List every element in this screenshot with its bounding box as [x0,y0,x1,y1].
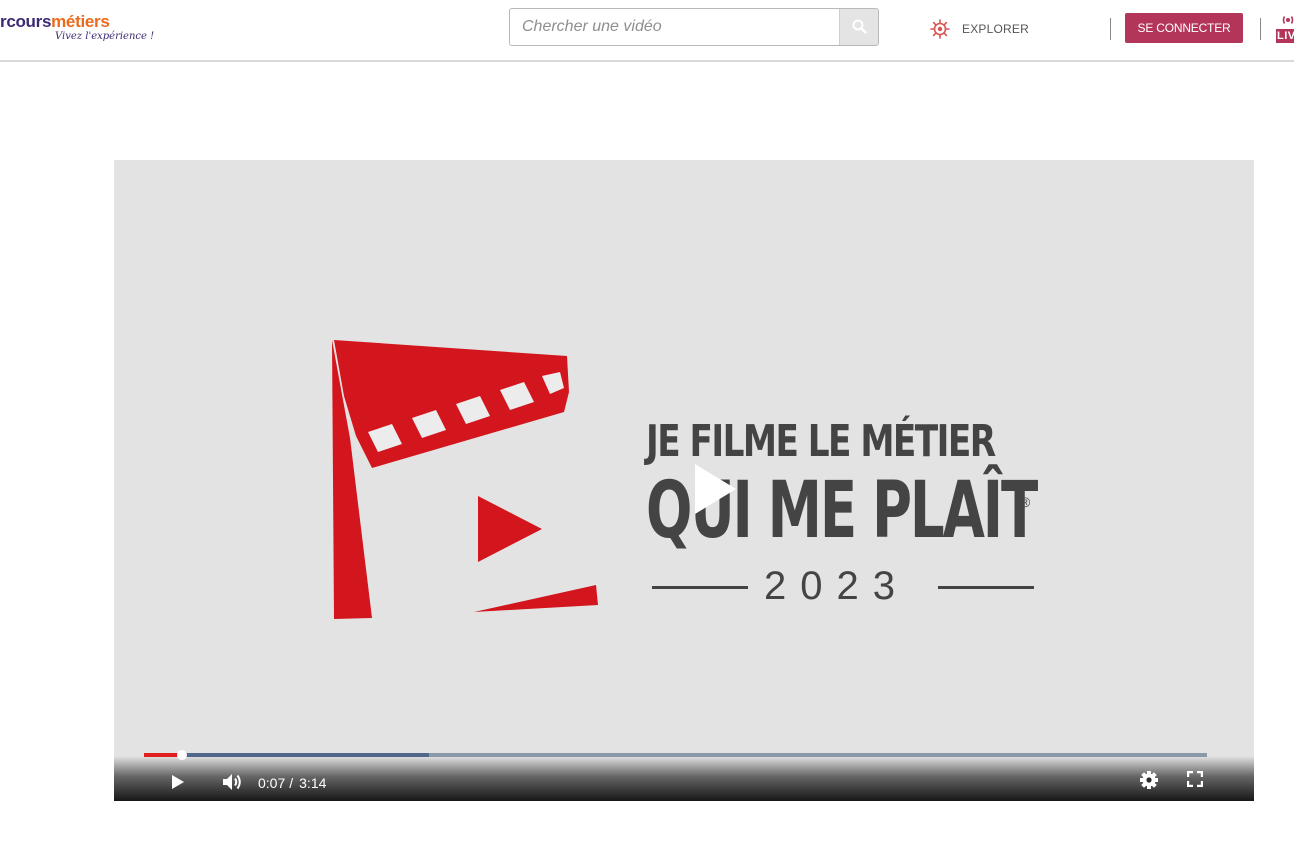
top-header: rcoursmétiers Vivez l'expérience ! EXPLO… [0,0,1294,62]
header-divider [1110,18,1111,40]
logo-part1: rcours [0,12,52,31]
big-play-button[interactable] [692,462,738,516]
year-rule-left [652,586,748,589]
clapperboard-logo-icon [332,340,598,619]
play-icon[interactable] [170,774,186,790]
logo-wordmark: rcoursmétiers [0,12,110,32]
video-year: 2023 [764,564,909,608]
duration: 3:14 [299,775,327,791]
search-box [509,8,879,46]
fullscreen-icon[interactable] [1187,771,1203,787]
time-separator: / [289,775,294,791]
video-title-line1: JE FILME LE MÉTIER [646,416,996,467]
live-label: LIVE [1276,29,1294,43]
volume-icon[interactable] [222,772,244,792]
logo-tagline: Vivez l'expérience ! [55,31,155,42]
search-button[interactable] [839,9,878,45]
search-icon [852,19,867,34]
progress-bar[interactable] [144,750,1207,760]
logo-part2: métiers [51,12,110,31]
year-rule-right [938,586,1034,589]
explore-label: EXPLORER [962,22,1029,36]
search-input[interactable] [510,9,840,45]
header-divider [1260,18,1261,40]
time-display: 0:07/ 3:14 [258,775,326,791]
connect-button[interactable]: SE CONNECTER [1125,13,1243,43]
live-button[interactable]: LIVE [1274,12,1294,44]
video-player[interactable]: JE FILME LE MÉTIER QUI ME PLAÎT ® 2023 0… [114,160,1254,801]
gear-icon[interactable] [1139,770,1159,790]
registered-mark: ® [1020,494,1031,510]
current-time: 0:07 [258,775,286,791]
site-logo[interactable]: rcoursmétiers Vivez l'expérience ! [0,10,154,46]
broadcast-icon [1282,16,1294,24]
compass-icon [930,19,950,39]
